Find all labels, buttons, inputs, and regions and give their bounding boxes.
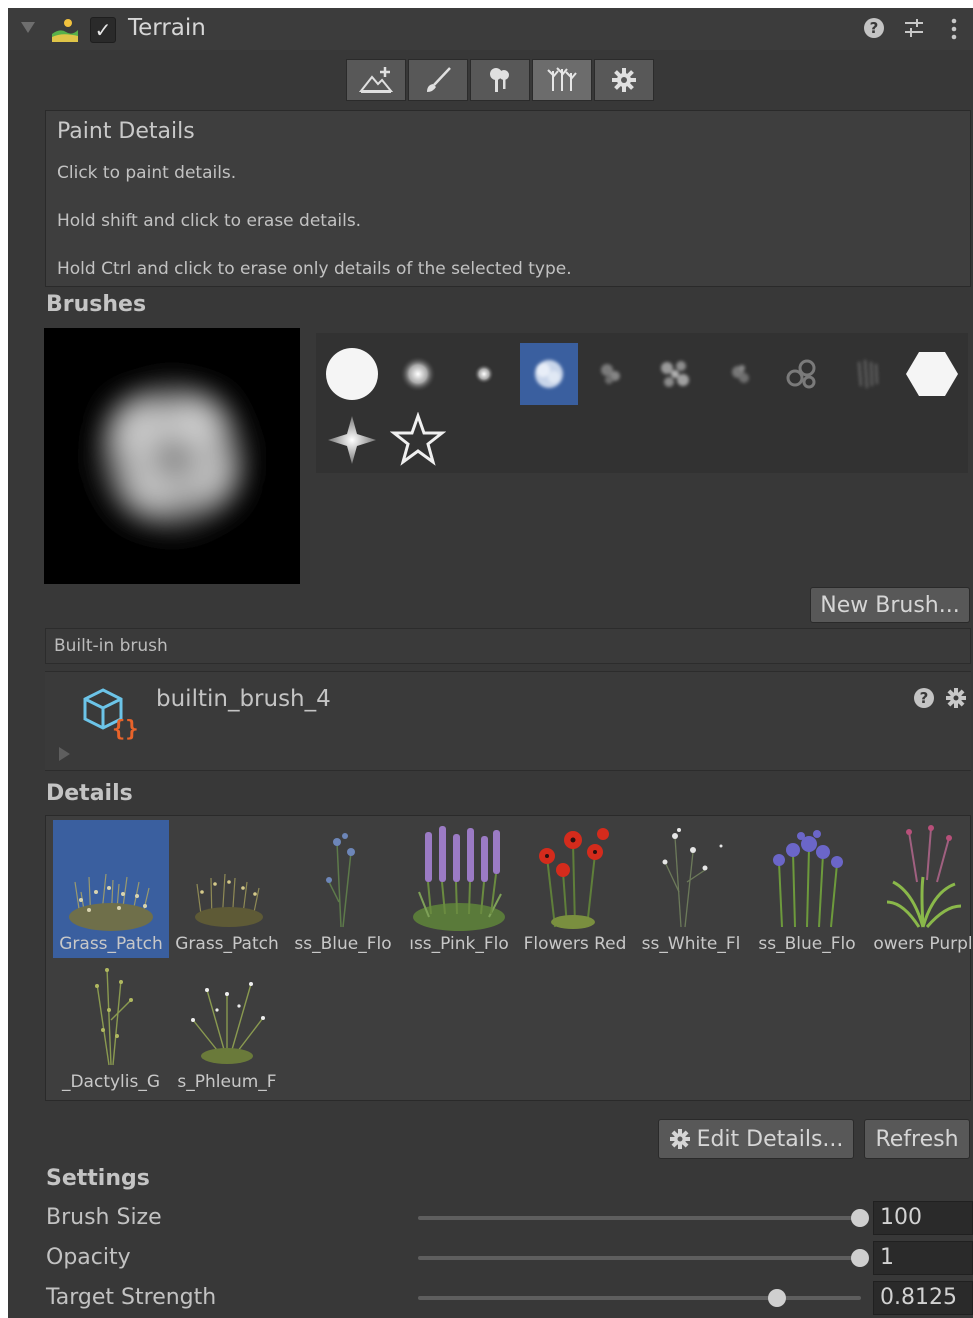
red-poppy-flowers-thumbnail [539, 828, 609, 929]
grass-patch-thumbnail [69, 873, 153, 931]
detail-label: ss_White_Fl [641, 934, 741, 954]
terrain-inspector: ✓ Terrain ? Paint Details Click to paint… [8, 8, 973, 1318]
brush-thumbnail[interactable] [711, 343, 769, 405]
target-strength-field[interactable]: 0.8125 [873, 1281, 973, 1315]
component-header[interactable]: ✓ Terrain ? [8, 8, 973, 50]
opacity-slider[interactable] [418, 1256, 861, 1260]
brush-thumbnail[interactable] [455, 343, 513, 405]
terrain-settings-gear-icon [612, 68, 636, 92]
phleum-grass-thumbnail [191, 982, 265, 1064]
help-icon[interactable]: ? [864, 18, 884, 38]
lavender-flowers-thumbnail [413, 826, 505, 931]
brush-thumbnail[interactable] [646, 343, 704, 405]
opacity-slider-thumb[interactable] [851, 1249, 869, 1267]
paint-details-icon [547, 67, 577, 91]
dactylis-grass-thumbnail [95, 967, 133, 1066]
brush-asset-name: builtin_brush_4 [156, 686, 331, 712]
brush-thumbnail[interactable] [389, 343, 447, 405]
tool-paint-details-button[interactable] [532, 59, 592, 101]
detail-thumbnail-white-flowers[interactable]: ss_White_Fl [633, 820, 749, 958]
tool-terrain-settings-button[interactable] [594, 59, 654, 101]
brush-thumbnail[interactable] [582, 343, 640, 405]
brush-size-field[interactable]: 100 [873, 1201, 973, 1235]
presets-icon[interactable] [902, 16, 926, 40]
grass-patch-thumbnail [195, 873, 263, 927]
detail-label: ıss_Pink_Flo [409, 934, 509, 954]
white-flowers-thumbnail [662, 828, 723, 928]
detail-label: Grass_Patch [175, 934, 279, 954]
detail-thumbnail-grass-patch[interactable]: Grass_Patch [53, 820, 169, 958]
enabled-checkbox[interactable]: ✓ [90, 17, 116, 43]
detail-thumbnail-purple-flowers[interactable]: owers Purpl [865, 820, 973, 958]
purple-flowers-thumbnail [886, 825, 962, 928]
brush-thumbnail[interactable] [323, 409, 381, 471]
detail-label: ss_Blue_Flo [294, 934, 392, 954]
brush-thumbnail[interactable] [323, 343, 381, 405]
detail-label: ss_Blue_Flo [758, 934, 856, 954]
gear-icon [669, 1129, 690, 1149]
create-neighbor-terrains-icon [359, 67, 393, 93]
detail-thumbnail-blue-flowers[interactable]: ss_Blue_Flo [285, 820, 401, 958]
detail-label: _Dactylis_G [61, 1072, 161, 1092]
target-strength-slider[interactable] [418, 1296, 861, 1300]
brush-thumbnail[interactable] [903, 343, 961, 405]
blue-flowers-thumbnail [326, 833, 355, 928]
target-strength-slider-thumb[interactable] [767, 1289, 786, 1307]
detail-thumbnail-red-flowers[interactable]: Flowers Red [517, 820, 633, 958]
asset-help-icon[interactable]: ? [914, 688, 934, 708]
brush-asset-icon: {} [83, 688, 139, 742]
svg-text:{}: {} [112, 717, 139, 742]
detail-label: Flowers Red [523, 934, 627, 954]
detail-thumbnail-pink-flowers[interactable]: ıss_Pink_Flo [401, 820, 517, 958]
detail-thumbnail-blue-flowers-2[interactable]: ss_Blue_Flo [749, 820, 865, 958]
paint-terrain-brush-icon [427, 67, 451, 92]
brush-size-label: Brush Size [46, 1205, 162, 1230]
details-palette: Grass_Patch Grass_Patch ss_Blue_Flo ıss_… [45, 815, 973, 1101]
target-strength-label: Target Strength [46, 1285, 217, 1310]
detail-label: s_Phleum_F [177, 1072, 277, 1092]
asset-foldout-arrow-icon[interactable] [59, 747, 70, 761]
brush-size-slider-thumb[interactable] [851, 1209, 869, 1227]
terrain-tools-toolbar [346, 59, 660, 101]
opacity-label: Opacity [46, 1245, 131, 1270]
refresh-button[interactable]: Refresh [864, 1119, 970, 1159]
brush-thumbnail[interactable] [389, 409, 447, 471]
foldout-arrow-icon[interactable] [21, 22, 35, 33]
settings-section-label: Settings [46, 1166, 150, 1191]
new-brush-button[interactable]: New Brush... [810, 587, 970, 623]
detail-label: owers Purpl [873, 934, 973, 954]
paint-trees-icon [490, 68, 509, 92]
details-section-label: Details [46, 781, 133, 806]
brush-thumbnail[interactable] [838, 343, 896, 405]
component-title: Terrain [128, 15, 206, 41]
terrain-component-icon [52, 19, 78, 42]
detail-label: Grass_Patch [59, 934, 163, 954]
detail-thumbnail-phleum[interactable]: s_Phleum_F [169, 958, 285, 1096]
detail-thumbnail-grass-patch-2[interactable]: Grass_Patch [169, 820, 285, 958]
detail-thumbnail-dactylis[interactable]: _Dactylis_G [53, 958, 169, 1096]
edit-details-button[interactable]: Edit Details... [658, 1119, 854, 1159]
more-options-icon[interactable] [946, 16, 962, 42]
tool-help-box: Paint Details Click to paint details. Ho… [45, 110, 971, 287]
brush-asset-header: {} builtin_brush_4 ? [45, 671, 971, 771]
brushes-section-label: Brushes [46, 292, 147, 317]
brush-preview [44, 328, 300, 584]
tool-help-line: Hold shift and click to erase details. [57, 211, 362, 231]
brush-thumbnail[interactable] [520, 343, 578, 405]
brush-source-label: Built-in brush [45, 628, 971, 664]
tool-help-title: Paint Details [57, 119, 195, 144]
tool-create-neighbor-button[interactable] [346, 59, 406, 101]
opacity-field[interactable]: 1 [873, 1241, 973, 1275]
tool-paint-terrain-button[interactable] [408, 59, 468, 101]
tool-help-line: Hold Ctrl and click to erase only detail… [57, 259, 572, 279]
brush-thumbnail[interactable] [774, 343, 832, 405]
tool-paint-trees-button[interactable] [470, 59, 530, 101]
brush-palette [316, 333, 968, 473]
blue-flowers-bush-thumbnail [773, 830, 843, 928]
edit-details-label: Edit Details... [696, 1126, 844, 1152]
asset-gear-icon[interactable] [945, 687, 967, 709]
brush-size-slider[interactable] [418, 1216, 861, 1220]
tool-help-line: Click to paint details. [57, 163, 237, 183]
